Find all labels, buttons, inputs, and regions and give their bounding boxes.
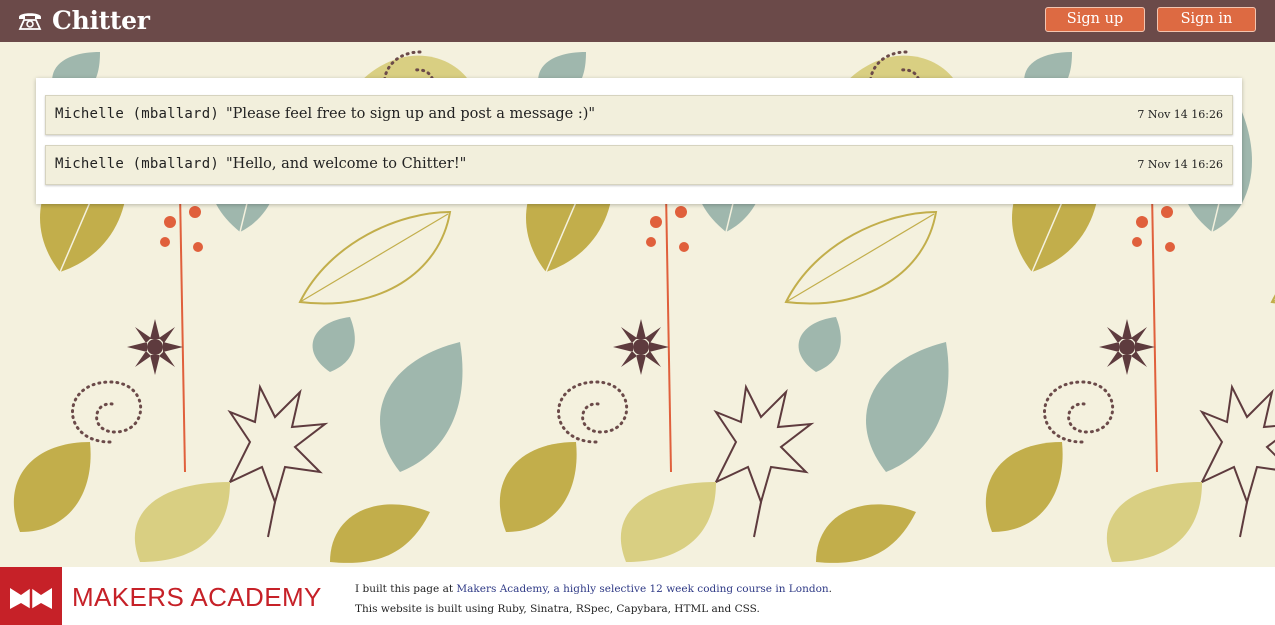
message-text: "Please feel free to sign up and post a … — [226, 106, 596, 122]
message-timestamp: 7 Nov 14 16:26 — [1137, 108, 1223, 121]
home-logo-link[interactable]: Chitter — [17, 4, 150, 36]
telephone-icon — [18, 13, 42, 30]
message-item: Michelle (mballard) "Hello, and welcome … — [45, 145, 1233, 185]
makers-academy-wordmark[interactable]: MAKERS ACADEMY — [72, 582, 322, 613]
message-text: "Hello, and welcome to Chitter!" — [226, 156, 467, 172]
sign-up-button[interactable]: Sign up — [1045, 7, 1145, 32]
message-item: Michelle (mballard) "Please feel free to… — [45, 95, 1233, 135]
message-author: Michelle (mballard) — [55, 156, 219, 172]
message-feed: Michelle (mballard) "Please feel free to… — [36, 78, 1242, 204]
app-root: Chitter Sign up Sign in Michelle (mballa… — [0, 0, 1275, 625]
makers-academy-link[interactable]: Makers Academy, a highly selective 12 we… — [456, 583, 828, 595]
sign-in-button[interactable]: Sign in — [1157, 7, 1256, 32]
makers-book-icon — [10, 588, 52, 609]
makers-logo-mark[interactable] — [0, 567, 62, 625]
footer-credit-suffix: . — [828, 583, 833, 595]
footer-credit-prefix: I built this page at — [355, 583, 457, 595]
app-title: Chitter — [52, 5, 150, 35]
site-footer: MAKERS ACADEMY I built this page at Make… — [0, 567, 1275, 625]
footer-tech-line: This website is built using Ruby, Sinatr… — [355, 603, 760, 615]
message-timestamp: 7 Nov 14 16:26 — [1137, 158, 1223, 171]
top-nav-bar: Chitter Sign up Sign in — [0, 0, 1275, 42]
footer-credit-line: I built this page at Makers Academy, a h… — [355, 583, 832, 595]
message-author: Michelle (mballard) — [55, 106, 219, 122]
